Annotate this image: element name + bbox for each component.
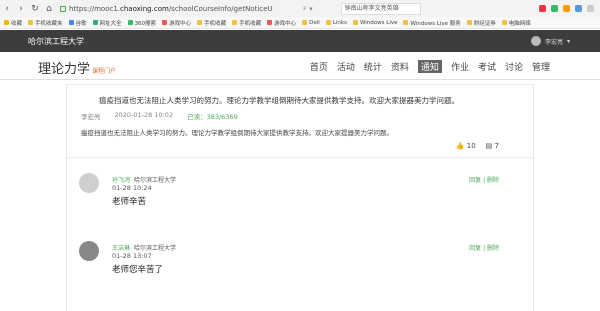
- menu-icon[interactable]: [587, 5, 594, 12]
- site-topbar: 哈尔滨工程大学 李宏亮 ▾: [0, 30, 600, 52]
- course-title: 理论力学 课程门户: [38, 62, 117, 77]
- game-icon: [267, 20, 273, 25]
- reply-time: 01-28 13:07: [112, 252, 152, 260]
- bookmark-item[interactable]: Windows Live: [352, 20, 397, 26]
- thumbs-up-icon: 👍: [455, 142, 465, 150]
- reply-actions[interactable]: 回复 | 删除: [469, 175, 499, 184]
- folder-icon: [28, 20, 34, 25]
- bookmark-item[interactable]: 手机收藏: [197, 19, 226, 27]
- back-icon[interactable]: ‹: [0, 4, 14, 14]
- notice-counts: 👍 10 ▤ 7: [456, 142, 499, 150]
- folder-icon: [197, 20, 203, 25]
- notice-datetime: 2020-01-28 10:02: [114, 111, 174, 119]
- folder-icon: [466, 20, 472, 25]
- home-icon[interactable]: ⌂: [42, 4, 56, 14]
- school-name: 哈尔滨工程大学: [28, 36, 84, 46]
- folder-icon: [325, 20, 331, 25]
- folder-icon: [352, 20, 358, 25]
- avatar: [530, 36, 541, 46]
- bookmark-item[interactable]: 游戏中心: [267, 19, 296, 27]
- google-icon: [68, 20, 74, 25]
- nav-homework[interactable]: 作业: [451, 60, 469, 73]
- bookmark-item[interactable]: 手机收藏夹: [28, 19, 63, 27]
- nav-discussion[interactable]: 讨论: [505, 60, 523, 73]
- folder-icon: [403, 20, 409, 25]
- reply-text: 老师您辛苦了: [112, 265, 164, 275]
- user-menu[interactable]: 李宏亮 ▾: [530, 36, 570, 46]
- star-icon: [4, 20, 9, 25]
- bookmark-item[interactable]: 谷歌: [68, 19, 87, 27]
- bookmark-item[interactable]: 360搜索: [127, 19, 156, 27]
- lock-icon: [60, 5, 66, 12]
- site-icon: [92, 20, 98, 25]
- reply-actions[interactable]: 回复 | 删除: [469, 243, 499, 252]
- flash-icon[interactable]: ⚡ ▾: [302, 5, 313, 13]
- reply-time: 01-28 10:24: [112, 184, 152, 192]
- notice-meta: 李宏亮 2020-01-28 10:02 已读：383/6369: [81, 111, 238, 121]
- extension-icon[interactable]: [551, 5, 558, 12]
- reply-author: 孙飞鸿 哈尔滨工程大学: [112, 177, 177, 184]
- course-nav: 首页 活动 统计 资料 通知 作业 考试 讨论 管理: [310, 60, 550, 73]
- bookmarks-bar: 收藏 手机收藏夹 谷歌 网址大全 360搜索 游戏中心 手机收藏 手机收藏 游戏…: [0, 17, 600, 29]
- bookmark-item[interactable]: 收藏: [4, 19, 22, 27]
- bookmark-item[interactable]: 网址大全: [92, 19, 122, 27]
- address-bar-row: ‹ › ↻ ⌂ https://mooc1. chaoxing.com/schoo…: [0, 0, 600, 17]
- notice-title: 瘟疫挡道也无法阻止人类学习的努力。理论力学教学组倒期待大家提供教学支持。欢迎大家…: [99, 96, 459, 105]
- nav-notice[interactable]: 通知: [417, 60, 442, 73]
- nav-home[interactable]: 首页: [310, 60, 328, 73]
- bookmark-item[interactable]: Windows Live 服务: [403, 19, 461, 27]
- folder-icon: [302, 20, 308, 25]
- nav-manage[interactable]: 管理: [532, 60, 550, 73]
- avatar: [79, 173, 99, 193]
- course-portal-link[interactable]: 课程门户: [92, 68, 116, 75]
- comment-button[interactable]: ▤ 7: [486, 142, 499, 150]
- nav-activity[interactable]: 活动: [337, 60, 355, 73]
- bookmark-item[interactable]: 财经证券: [466, 19, 496, 27]
- extension-icon[interactable]: [575, 5, 582, 12]
- extension-icon[interactable]: [563, 5, 570, 12]
- like-button[interactable]: 👍 10: [456, 142, 476, 150]
- comment-icon: ▤: [485, 142, 493, 150]
- chevron-down-icon: ▾: [566, 37, 570, 45]
- reply-author: 王洁琳 哈尔滨工程大学: [112, 245, 177, 252]
- reload-icon[interactable]: ↻: [28, 4, 42, 14]
- folder-icon: [232, 20, 238, 25]
- notice-card: 瘟疫挡道也无法阻止人类学习的努力。理论力学教学组倒期待大家提供教学支持。欢迎大家…: [66, 84, 534, 311]
- url-field[interactable]: https://mooc1. chaoxing.com/schoolCourseI…: [60, 2, 298, 15]
- avatar: [79, 241, 99, 261]
- bookmark-item[interactable]: 手机收藏: [232, 19, 261, 27]
- browser-search-input[interactable]: 钟南山称李文亮英雄: [340, 2, 421, 15]
- toolbar-icons: [539, 5, 600, 12]
- reply-text: 老师辛苦: [112, 197, 147, 207]
- bookmark-item[interactable]: Dell: [302, 20, 320, 26]
- user-name: 李宏亮: [544, 38, 563, 46]
- bookmark-item[interactable]: 游戏中心: [162, 19, 191, 27]
- notice-author: 李宏亮: [81, 113, 101, 121]
- nav-materials[interactable]: 资料: [391, 60, 409, 73]
- bookmark-item[interactable]: Links: [325, 20, 347, 26]
- bookmark-item[interactable]: 电脑网络: [501, 19, 531, 27]
- folder-icon: [501, 20, 507, 25]
- notice-body: 瘟疫挡道也无法阻止人类学习的努力。理论力学教学组倒期待大家提供教学支持。欢迎大家…: [81, 129, 393, 137]
- extension-icon[interactable]: [539, 5, 546, 12]
- nav-statistics[interactable]: 统计: [364, 60, 382, 73]
- course-header: 理论力学 课程门户 首页 活动 统计 资料 通知 作业 考试 讨论 管理: [0, 52, 600, 80]
- nav-exam[interactable]: 考试: [478, 60, 496, 73]
- browser-window: ‹ › ↻ ⌂ https://mooc1. chaoxing.com/schoo…: [0, 0, 600, 311]
- read-count[interactable]: 已读：383/6369: [187, 111, 238, 121]
- forward-icon[interactable]: ›: [14, 4, 28, 14]
- game-icon: [162, 20, 168, 25]
- divider: [67, 157, 533, 158]
- search-icon: [127, 20, 133, 25]
